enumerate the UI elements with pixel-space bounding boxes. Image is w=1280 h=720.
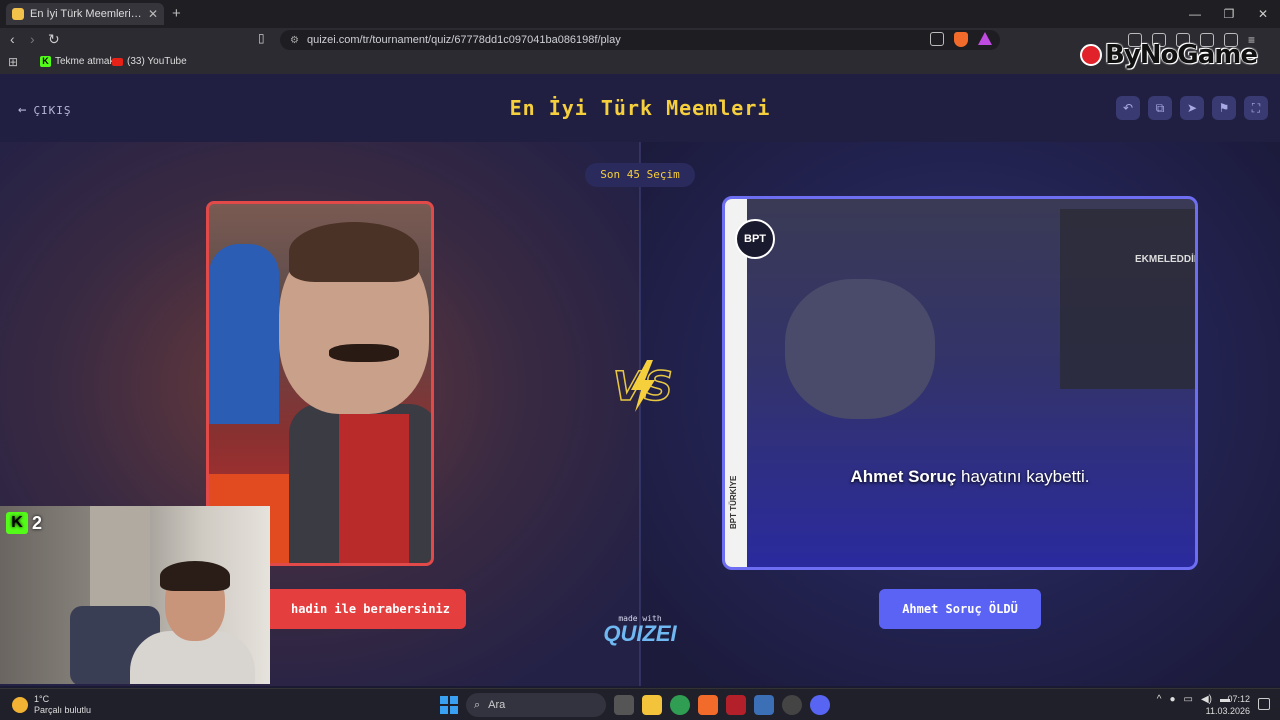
kick-logo-icon: K [6, 512, 28, 534]
monitor-screen [1060, 209, 1195, 389]
caption-name: Ahmet Soruç [850, 467, 957, 486]
man-mustache [329, 344, 399, 362]
bookmark-label: (33) YouTube [127, 56, 187, 67]
start-button[interactable] [440, 696, 458, 714]
taskbar-search[interactable]: ⌕ Ara [466, 693, 606, 717]
temperature: 1°C [34, 694, 50, 704]
window-controls: — ❐ ✕ [1178, 0, 1280, 28]
tab-title: En İyi Türk Meemleri - Tier List, K [30, 8, 144, 20]
browser-tab[interactable]: En İyi Türk Meemleri - Tier List, K ✕ [6, 3, 164, 25]
bookmark-label: Tekme atmak [55, 56, 115, 67]
time: 07:12 [1227, 694, 1250, 704]
kick-count: 2 [32, 512, 43, 533]
file-explorer-icon[interactable] [642, 695, 662, 715]
webcam-overlay: K 2 [0, 506, 270, 684]
voicemeeter-icon[interactable] [726, 695, 746, 715]
streamer-hair [160, 561, 230, 591]
flag-icon[interactable]: ⚑ [1212, 96, 1236, 120]
back-button[interactable]: ‹ [10, 31, 15, 47]
reload-button[interactable]: ↻ [48, 31, 60, 48]
header-actions: ↶ ⧉ ➤ ⚑ ⛶ [1116, 96, 1268, 120]
tab-bar: En İyi Türk Meemleri - Tier List, K ✕ + … [0, 0, 1280, 28]
brave-rewards-icon[interactable] [978, 32, 992, 45]
discord-icon[interactable] [810, 695, 830, 715]
close-tab-icon[interactable]: ✕ [148, 7, 158, 21]
monitor-title: EKMELEDDİN [1135, 254, 1198, 265]
quizei-logo: QUIZEI [603, 621, 677, 646]
notification-icon[interactable] [1258, 698, 1270, 710]
background-person [209, 244, 279, 424]
obs-icon[interactable] [782, 695, 802, 715]
kick-badge: K 2 [6, 512, 42, 534]
bookmark-icon[interactable]: ▯ [258, 31, 265, 45]
date: 11.03.2026 [1205, 706, 1250, 716]
address-bar[interactable]: ⚙ quizei.com/tr/tournament/quiz/67778dd1… [280, 30, 1000, 50]
restore-button[interactable]: ❐ [1212, 0, 1246, 28]
person-silhouette [785, 279, 935, 419]
bynogame-ball-icon [1080, 44, 1102, 66]
windows-taskbar: 1°C Parçalı bulutlu ⌕ Ara ^ ● ▭ ◀) ▬ 07:… [0, 688, 1280, 720]
weather-widget[interactable]: 1°C Parçalı bulutlu [12, 694, 91, 716]
microphone-icon[interactable]: ● [1169, 694, 1175, 705]
taskbar-apps: ⌕ Ara [440, 693, 830, 717]
fullscreen-icon[interactable]: ⛶ [1244, 96, 1268, 120]
bynogame-logo: ByNoGame [1080, 40, 1258, 70]
apps-grid-icon[interactable]: ⊞ [8, 55, 18, 69]
brave-shields-icon[interactable] [954, 32, 968, 47]
quizei-favicon-icon [12, 8, 24, 20]
forward-button[interactable]: › [30, 31, 35, 47]
remaining-choices-counter: Son 45 Seçim [585, 163, 695, 187]
bpt-logo: BPT [735, 219, 775, 259]
made-with-quizei[interactable]: made with QUIZEI [600, 614, 680, 647]
page-title: En İyi Türk Meemleri [509, 96, 771, 120]
minimize-button[interactable]: — [1178, 0, 1212, 28]
right-option-image[interactable]: EKMELEDDİN BPT TÜRKİYE BPT Ahmet Soruç h… [722, 196, 1198, 570]
bookmark-kick[interactable]: K Tekme atmak [40, 56, 114, 67]
page-header: ← ÇIKIŞ En İyi Türk Meemleri ↶ ⧉ ➤ ⚑ ⛶ [0, 74, 1280, 142]
share-icon[interactable]: ⧉ [1148, 96, 1172, 120]
new-tab-button[interactable]: + [172, 5, 181, 22]
video-caption: Ahmet Soruç hayatını kaybetti. [725, 467, 1195, 487]
url-text: quizei.com/tr/tournament/quiz/67778dd1c0… [306, 34, 621, 46]
search-placeholder: Ara [488, 699, 506, 711]
weather-description: Parçalı bulutlu [34, 705, 92, 715]
right-option-label[interactable]: Ahmet Soruç ÖLDÜ [879, 589, 1041, 629]
search-icon: ⌕ [474, 698, 481, 711]
brave-icon[interactable] [698, 695, 718, 715]
task-view-icon[interactable] [614, 695, 634, 715]
network-icon[interactable]: ▭ [1184, 694, 1193, 705]
window-close-button[interactable]: ✕ [1246, 0, 1280, 28]
chevron-up-icon[interactable]: ^ [1157, 694, 1162, 705]
kick-icon: K [40, 56, 51, 67]
chrome-icon[interactable] [670, 695, 690, 715]
red-sweater [339, 414, 409, 563]
bookmark-youtube[interactable]: (33) YouTube [112, 56, 187, 67]
man-hair [289, 222, 419, 282]
send-icon[interactable]: ➤ [1180, 96, 1204, 120]
caption-text: hayatını kaybetti. [956, 467, 1090, 486]
share-page-icon[interactable] [930, 32, 944, 46]
undo-icon[interactable]: ↶ [1116, 96, 1140, 120]
app-icon[interactable] [754, 695, 774, 715]
clock[interactable]: 07:12 11.03.2026 [1206, 693, 1250, 717]
bynogame-logo-text: ByNoGame [1105, 40, 1258, 70]
youtube-icon [112, 57, 123, 66]
site-info-icon[interactable]: ⚙ [290, 35, 299, 46]
url-actions [930, 32, 992, 47]
weather-icon [12, 697, 28, 713]
versus-icon: VS [612, 360, 673, 412]
